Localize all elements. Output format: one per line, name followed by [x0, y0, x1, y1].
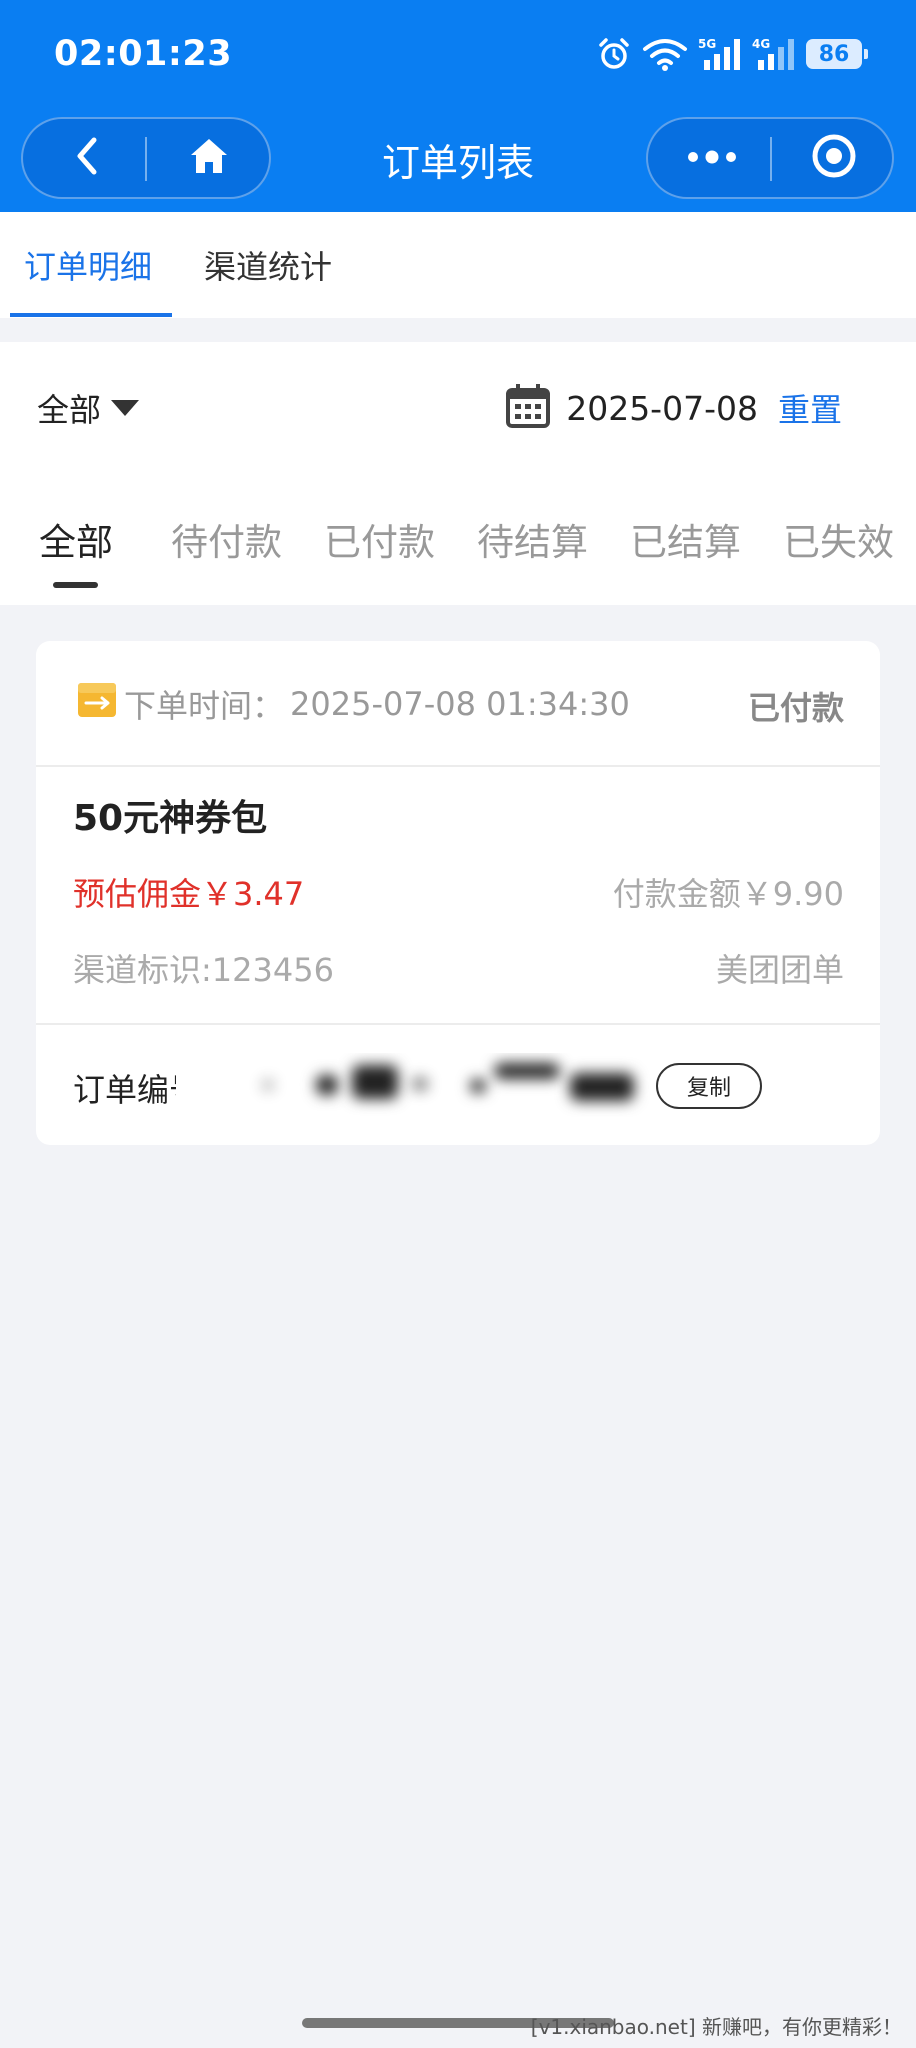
- more-dots-icon: [686, 149, 738, 168]
- nav-capsule-right: [646, 117, 894, 199]
- signal-4g-label: 4G: [752, 37, 770, 51]
- watermark: [v1.xianbao.net] 新赚吧，有你更精彩！: [530, 2015, 902, 2039]
- status-tab-settled[interactable]: 已结算: [630, 512, 741, 566]
- top-tab-bar: 订单明细 渠道统计: [0, 212, 916, 318]
- active-tab-underline: [10, 313, 172, 317]
- channel-id: 渠道标识:123456: [73, 951, 334, 989]
- card-divider: [36, 765, 880, 767]
- status-tab-expired[interactable]: 已失效: [783, 512, 894, 566]
- reset-button[interactable]: 重置: [778, 385, 842, 431]
- order-time-label: 下单时间：: [124, 687, 285, 725]
- target-circle-icon: [811, 133, 857, 183]
- order-card[interactable]: 下单时间： 2025-07-08 01:34:30 已付款 50元神券包 预估佣…: [36, 641, 880, 1145]
- status-time: 02:01:23: [54, 34, 233, 74]
- scope-dropdown-label: 全部: [37, 391, 102, 429]
- tab-channel-stats[interactable]: 渠道统计: [204, 242, 332, 288]
- status-tab-pending-settlement[interactable]: 待结算: [477, 512, 588, 566]
- order-box-icon: [76, 681, 118, 727]
- payment-amount: 付款金额￥9.90: [612, 875, 844, 913]
- scope-dropdown[interactable]: 全部: [37, 385, 140, 431]
- copy-button[interactable]: 复制: [656, 1063, 762, 1109]
- order-number-redacted: [176, 1053, 676, 1117]
- tab-order-detail[interactable]: 订单明细: [24, 242, 152, 288]
- status-icons: 5G 4G 86: [596, 34, 868, 74]
- more-button[interactable]: [652, 119, 772, 197]
- active-status-underline: [53, 582, 98, 588]
- filter-panel: 全部 2025-07-08 重置 全部 待付款 已付款 待结算 已结算 已失效: [0, 342, 916, 605]
- estimated-commission: 预估佣金￥3.47: [73, 875, 305, 913]
- product-name: 50元神券包: [73, 798, 268, 839]
- close-miniprogram-button[interactable]: [774, 119, 894, 197]
- platform-name: 美团团单: [715, 951, 844, 989]
- order-time-value: 2025-07-08 01:34:30: [290, 685, 630, 723]
- order-time-row: 下单时间： 2025-07-08 01:34:30: [76, 681, 630, 727]
- signal-4g-icon: 4G: [752, 36, 796, 72]
- signal-5g-icon: 5G: [698, 36, 742, 72]
- signal-5g-label: 5G: [698, 37, 716, 51]
- order-status-badge: 已付款: [747, 689, 844, 727]
- status-tab-pending-payment[interactable]: 待付款: [171, 512, 282, 566]
- header-bar: 02:01:23 5G 4G 86 订单列表: [0, 0, 916, 212]
- alarm-icon: [596, 36, 632, 72]
- capsule-divider: [770, 137, 772, 181]
- card-divider: [36, 1023, 880, 1025]
- caret-down-icon: [111, 400, 140, 416]
- status-tab-paid[interactable]: 已付款: [324, 512, 435, 566]
- date-filter: 2025-07-08 重置: [504, 382, 842, 434]
- calendar-icon[interactable]: [504, 382, 552, 434]
- battery-icon: 86: [806, 39, 868, 69]
- status-tab-all[interactable]: 全部: [39, 512, 113, 566]
- date-value[interactable]: 2025-07-08: [566, 389, 758, 428]
- wifi-icon: [642, 37, 688, 71]
